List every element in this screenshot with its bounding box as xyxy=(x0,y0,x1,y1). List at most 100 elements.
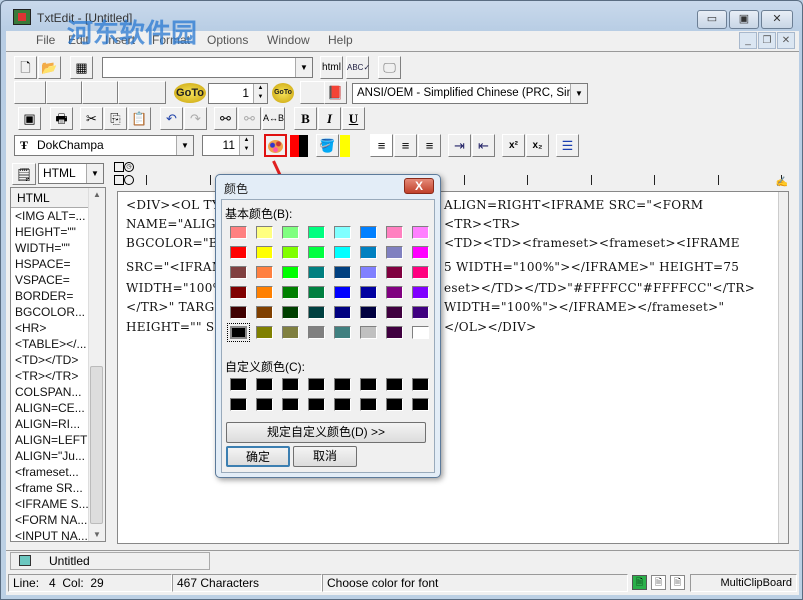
basic-color-swatch[interactable] xyxy=(282,306,299,319)
save-all-button[interactable]: ▦ xyxy=(70,56,93,79)
basic-color-swatch[interactable] xyxy=(386,306,403,319)
basic-color-swatch[interactable] xyxy=(282,266,299,279)
basic-color-swatch[interactable] xyxy=(360,326,377,339)
indent-button[interactable]: ⇥ xyxy=(448,134,471,157)
custom-color-swatch[interactable] xyxy=(386,378,403,391)
tag-set-combo[interactable]: HTML ▼ xyxy=(38,163,104,184)
save-button[interactable]: ▣ xyxy=(18,107,41,130)
basic-color-swatch[interactable] xyxy=(256,326,273,339)
font-color-swatch-2[interactable] xyxy=(299,135,308,157)
superscript-button[interactable]: x² xyxy=(502,134,525,157)
custom-color-swatch[interactable] xyxy=(230,398,247,411)
custom-color-swatch[interactable] xyxy=(386,398,403,411)
italic-button[interactable]: I xyxy=(318,107,341,130)
clipboard-slot-3-button[interactable]: 🗎 xyxy=(670,575,685,590)
menu-help[interactable]: Help xyxy=(328,33,353,47)
basic-color-swatch[interactable] xyxy=(308,246,325,259)
custom-color-swatch[interactable] xyxy=(256,398,273,411)
outdent-button[interactable]: ⇤ xyxy=(472,134,495,157)
custom-color-swatch[interactable] xyxy=(282,398,299,411)
basic-color-swatch[interactable] xyxy=(230,286,247,299)
goto-line-input[interactable]: 1 ▲ ▼ xyxy=(208,83,268,104)
mdi-restore-button[interactable]: ❐ xyxy=(758,32,776,49)
paste-button[interactable]: 📋 xyxy=(128,107,151,130)
basic-color-swatch[interactable] xyxy=(282,226,299,239)
bullet-list-button[interactable]: ☰ xyxy=(556,134,579,157)
clipboard-slot-1-button[interactable]: 🗎 xyxy=(632,575,647,590)
font-color-swatch[interactable] xyxy=(290,135,299,157)
copy-button[interactable]: ⎘ xyxy=(104,107,127,130)
html-button[interactable]: html xyxy=(320,56,343,79)
custom-color-swatch[interactable] xyxy=(412,398,429,411)
subscript-button[interactable]: x₂ xyxy=(526,134,549,157)
status-multiclipboard[interactable]: MultiClipBoard xyxy=(690,574,797,592)
custom-color-swatch[interactable] xyxy=(334,398,351,411)
undo-button[interactable]: ↶ xyxy=(160,107,183,130)
find-next-button[interactable]: ⚯ xyxy=(238,107,261,130)
basic-color-swatch[interactable] xyxy=(308,286,325,299)
basic-color-swatch[interactable] xyxy=(256,246,273,259)
tag-list-scrollbar[interactable]: ▲ ▼ xyxy=(88,188,105,541)
preview-button[interactable]: 🖵 xyxy=(378,56,401,79)
menu-file[interactable]: File xyxy=(36,33,55,47)
app-icon[interactable] xyxy=(13,9,31,25)
open-file-button[interactable]: 📂 xyxy=(38,56,61,79)
basic-color-swatch[interactable] xyxy=(412,286,429,299)
toolbar-blank-button-3[interactable] xyxy=(82,81,118,104)
minimize-button[interactable]: ▭ xyxy=(697,10,727,29)
replace-button[interactable]: A↔B xyxy=(262,107,285,130)
align-right-button[interactable]: ≡ xyxy=(418,134,441,157)
basic-color-swatch[interactable] xyxy=(230,226,247,239)
bold-button[interactable]: B xyxy=(294,107,317,130)
define-custom-colors-button[interactable]: 规定自定义颜色(D) >> xyxy=(226,422,426,443)
basic-color-swatch[interactable] xyxy=(308,326,325,339)
background-color-swatch[interactable] xyxy=(340,135,350,157)
redo-button[interactable]: ↷ xyxy=(184,107,207,130)
toolbar-blank-button-4[interactable] xyxy=(118,81,166,104)
chevron-down-icon[interactable]: ▼ xyxy=(570,84,587,103)
align-left-button[interactable]: ≡ xyxy=(370,134,393,157)
chevron-down-icon[interactable]: ▼ xyxy=(295,58,312,77)
basic-color-swatch[interactable] xyxy=(227,323,250,342)
ok-button[interactable]: 确定 xyxy=(226,446,290,467)
basic-color-swatch[interactable] xyxy=(334,266,351,279)
custom-color-swatch[interactable] xyxy=(412,378,429,391)
basic-color-swatch[interactable] xyxy=(386,226,403,239)
close-button[interactable]: ✕ xyxy=(761,10,793,29)
custom-color-swatch[interactable] xyxy=(308,378,325,391)
custom-color-swatch[interactable] xyxy=(308,398,325,411)
basic-color-swatch[interactable] xyxy=(360,246,377,259)
font-size-input[interactable]: 11 ▲ ▼ xyxy=(202,135,254,156)
custom-color-swatch[interactable] xyxy=(360,378,377,391)
help-book-button[interactable]: 📕 xyxy=(324,81,347,104)
basic-color-swatch[interactable] xyxy=(282,286,299,299)
basic-color-swatch[interactable] xyxy=(412,246,429,259)
tag-list-scroll-thumb[interactable] xyxy=(90,366,103,524)
basic-color-swatch[interactable] xyxy=(412,306,429,319)
dialog-close-button[interactable]: X xyxy=(404,178,434,194)
basic-color-swatch[interactable] xyxy=(386,266,403,279)
mdi-close-button[interactable]: ✕ xyxy=(777,32,795,49)
font-name-combo[interactable]: Ŧ DokChampa ▼ xyxy=(14,135,194,156)
cancel-button[interactable]: 取消 xyxy=(293,446,357,467)
path-combo[interactable]: ▼ xyxy=(102,57,313,78)
clipboard-slot-2-button[interactable]: 🗎 xyxy=(651,575,666,590)
custom-color-swatch[interactable] xyxy=(360,398,377,411)
mdi-minimize-button[interactable]: _ xyxy=(739,32,757,49)
cut-button[interactable]: ✂ xyxy=(80,107,103,130)
basic-color-swatch[interactable] xyxy=(256,266,273,279)
font-color-button[interactable] xyxy=(264,134,287,157)
custom-color-swatch[interactable] xyxy=(256,378,273,391)
goto-bookmark-button[interactable]: GoTo xyxy=(272,83,294,103)
basic-color-swatch[interactable] xyxy=(334,286,351,299)
menu-options[interactable]: Options xyxy=(207,33,248,47)
menu-window[interactable]: Window xyxy=(267,33,310,47)
spin-arrows-icon[interactable]: ▲ ▼ xyxy=(239,136,253,155)
basic-color-swatch[interactable] xyxy=(334,306,351,319)
basic-color-swatch[interactable] xyxy=(256,286,273,299)
basic-color-swatch[interactable] xyxy=(334,246,351,259)
basic-color-swatch[interactable] xyxy=(334,326,351,339)
basic-color-swatch[interactable] xyxy=(412,266,429,279)
toolbar-blank-button-1[interactable] xyxy=(14,81,46,104)
basic-color-swatch[interactable] xyxy=(256,306,273,319)
